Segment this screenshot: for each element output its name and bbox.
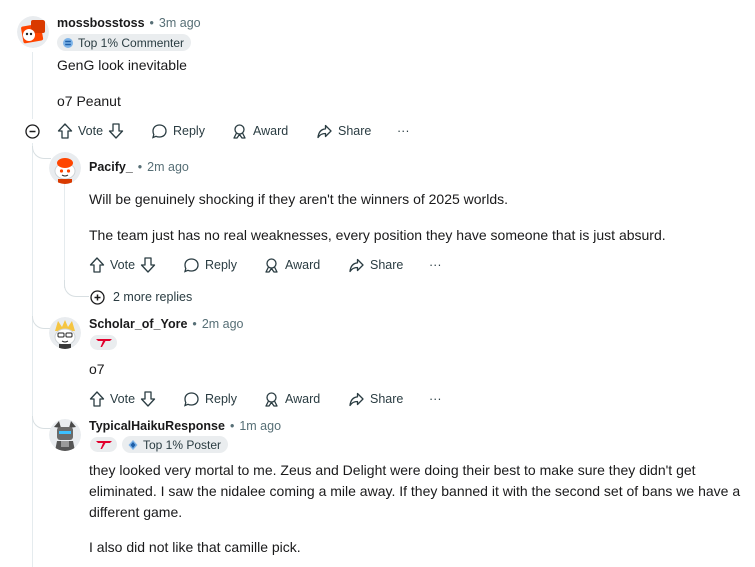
share-icon	[349, 392, 364, 406]
thread-connector	[32, 146, 51, 159]
achievement-badge[interactable]: Top 1% Poster	[122, 436, 229, 453]
arrow-up-icon	[57, 123, 73, 139]
comment-author[interactable]: Scholar_of_Yore	[89, 317, 187, 331]
share-button[interactable]: Share	[316, 121, 371, 141]
badge-label: Top 1% Commenter	[78, 35, 185, 50]
award-icon	[265, 391, 278, 407]
separator-dot: •	[192, 317, 197, 331]
upvote-button[interactable]	[89, 256, 105, 274]
reply-button[interactable]: Reply	[151, 121, 205, 141]
more-options-button[interactable]: ···	[429, 389, 442, 409]
downvote-button[interactable]	[140, 390, 156, 408]
comment-author[interactable]: Pacify_	[89, 160, 133, 174]
award-label: Award	[253, 124, 289, 138]
vote-control: Vote	[57, 121, 124, 141]
more-options-icon: ···	[397, 124, 410, 138]
reply-button[interactable]: Reply	[183, 255, 237, 275]
avatar[interactable]	[49, 419, 81, 451]
avatar[interactable]	[49, 152, 81, 184]
comment-paragraph: The team just has no real weaknesses, ev…	[89, 227, 666, 243]
comment-paragraph: Will be genuinely shocking if they aren'…	[89, 191, 509, 207]
award-button[interactable]: Award	[263, 389, 320, 409]
comment-timestamp[interactable]: 2m ago	[147, 160, 189, 174]
comment-paragraph: o7 Peanut	[57, 93, 121, 109]
award-button[interactable]: Award	[231, 121, 288, 141]
avatar[interactable]	[17, 16, 49, 48]
avatar[interactable]	[49, 317, 81, 349]
vote-control: Vote	[89, 255, 156, 275]
vote-label: Vote	[110, 258, 136, 272]
arrow-up-icon	[89, 257, 105, 273]
user-flair[interactable]	[90, 335, 117, 350]
comment-author[interactable]: TypicalHaikuResponse	[89, 419, 225, 433]
thread-line[interactable]	[64, 184, 65, 288]
award-label: Award	[285, 258, 321, 272]
award-button[interactable]: Award	[263, 255, 320, 275]
share-label: Share	[338, 124, 372, 138]
comment-timestamp[interactable]: 3m ago	[159, 16, 201, 30]
upvote-button[interactable]	[89, 390, 105, 408]
arrow-down-icon	[108, 123, 124, 139]
award-icon	[233, 123, 246, 139]
vote-control: Vote	[89, 389, 156, 409]
arrow-down-icon	[140, 391, 156, 407]
more-replies-label: 2 more replies	[113, 290, 193, 304]
reply-button[interactable]: Reply	[183, 389, 237, 409]
comment-paragraph: o7	[89, 361, 105, 377]
separator-dot: •	[137, 160, 143, 174]
award-label: Award	[285, 392, 321, 406]
comment-author[interactable]: mossbosstoss	[57, 16, 145, 30]
collapse-button[interactable]	[25, 124, 40, 144]
upvote-button[interactable]	[57, 122, 73, 140]
comment-paragraph: I also did not like that camille pick.	[89, 539, 301, 555]
more-options-icon: ···	[429, 258, 442, 272]
more-options-button[interactable]: ···	[397, 121, 410, 141]
team-logo-icon	[95, 338, 112, 347]
badge-label: Top 1% Poster	[143, 437, 222, 452]
vote-label: Vote	[78, 124, 104, 138]
share-button[interactable]: Share	[348, 389, 403, 409]
separator-dot: •	[149, 16, 154, 30]
plus-circle-icon	[90, 289, 105, 305]
team-logo-icon	[95, 440, 112, 449]
thread-line[interactable]	[32, 143, 33, 567]
comment-paragraph: GenG look inevitable	[57, 57, 187, 73]
speech-bubble-icon	[152, 123, 167, 139]
comment-timestamp[interactable]: 1m ago	[239, 419, 281, 433]
more-options-icon: ···	[429, 392, 442, 406]
thread-connector	[32, 416, 51, 429]
achievement-badge[interactable]: Top 1% Commenter	[57, 34, 192, 51]
speech-bubble-icon	[184, 391, 199, 407]
more-options-button[interactable]: ···	[429, 255, 442, 275]
badge-icon	[63, 37, 73, 48]
minus-circle-icon	[25, 124, 40, 139]
thread-connector	[32, 316, 51, 329]
more-replies-button[interactable]: 2 more replies	[90, 287, 192, 307]
user-flair[interactable]	[90, 437, 117, 452]
share-button[interactable]: Share	[348, 255, 403, 275]
vote-label: Vote	[110, 392, 136, 406]
award-icon	[265, 257, 278, 273]
reply-label: Reply	[173, 124, 205, 138]
reply-label: Reply	[205, 258, 237, 272]
thread-connector	[64, 280, 89, 297]
share-label: Share	[370, 392, 404, 406]
speech-bubble-icon	[184, 257, 199, 273]
share-icon	[317, 124, 332, 138]
comment-timestamp[interactable]: 2m ago	[202, 317, 244, 331]
arrow-down-icon	[140, 257, 156, 273]
downvote-button[interactable]	[108, 122, 124, 140]
thread-line[interactable]	[32, 52, 33, 119]
separator-dot: •	[229, 419, 235, 433]
badge-icon	[128, 439, 138, 450]
share-icon	[349, 258, 364, 272]
reply-label: Reply	[205, 392, 237, 406]
arrow-up-icon	[89, 391, 105, 407]
downvote-button[interactable]	[140, 256, 156, 274]
comment-paragraph: they looked very mortal to me. Zeus and …	[89, 462, 741, 520]
share-label: Share	[370, 258, 404, 272]
